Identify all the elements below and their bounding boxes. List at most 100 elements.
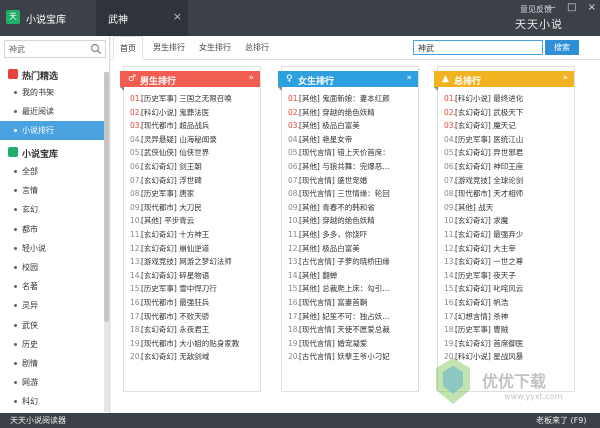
rank-item[interactable]: 13.[古代言情] 子萝的晓桥田缘	[288, 256, 416, 270]
rank-item[interactable]: 03.[其他] 极品白富美	[288, 120, 416, 134]
rank-item[interactable]: 01.[其他] 鬼面新娘：妻本红颜	[288, 93, 416, 107]
tab-home[interactable]: 首页	[113, 36, 143, 60]
rank-item[interactable]: 11.[其他] 多多，你饶吓	[288, 229, 416, 243]
rank-item[interactable]: 14.[玄幻奇幻] 碎星物语	[130, 270, 258, 284]
more-icon[interactable]: »	[248, 73, 254, 83]
rank-item[interactable]: 19.[现代言情] 婚宠凝爱	[288, 338, 416, 352]
maximize-icon[interactable]: □	[567, 2, 576, 13]
rank-title: [游戏竞技] 网游之梦幻法师	[141, 257, 232, 267]
tab-male-ranking[interactable]: 男生排行	[153, 42, 185, 53]
more-icon[interactable]: »	[406, 73, 412, 83]
search-button[interactable]: 搜索	[545, 40, 579, 55]
rank-number: 09.	[444, 202, 456, 212]
rank-item[interactable]: 05.[现代言情] 错上天价首席：	[288, 147, 416, 161]
rank-item[interactable]: 15.[其他] 总裁爬上床：勾引...	[288, 283, 416, 297]
rank-item[interactable]: 15.[玄幻奇幻] 叱咤风云	[444, 283, 572, 297]
rank-item[interactable]: 04.[历史军事] 医统江山	[444, 134, 572, 148]
tab-female-ranking[interactable]: 女生排行	[199, 42, 231, 53]
rank-item[interactable]: 01.[历史军事] 三国之无限召唤	[130, 93, 258, 107]
rank-item[interactable]: 06.[其他] 与狼共舞：完爆恶...	[288, 161, 416, 175]
rank-item[interactable]: 11.[玄幻奇幻] 最强弃少	[444, 229, 572, 243]
rank-number: 20.	[288, 352, 300, 362]
rank-item[interactable]: 10.[玄幻奇幻] 求魔	[444, 215, 572, 229]
boss-key-button[interactable]: 老板来了 (F9)	[536, 415, 586, 426]
rank-item[interactable]: 16.[现代言情] 富妻首鞘	[288, 297, 416, 311]
rank-item[interactable]: 01.[科幻小说] 最终进化	[444, 93, 572, 107]
rank-item[interactable]: 02.[科幻小说] 鬼葬法医	[130, 107, 258, 121]
rank-item[interactable]: 17.[现代都市] 不败天骄	[130, 311, 258, 325]
sidebar-item-genre[interactable]: 都市	[0, 220, 104, 239]
search-icon[interactable]	[90, 42, 102, 56]
rank-item[interactable]: 20.[玄幻奇幻] 无敌剑域	[130, 351, 258, 365]
sidebar-search-value: 神武	[9, 45, 25, 54]
rank-item[interactable]: 02.[其他] 穿越的绝色妖精	[288, 107, 416, 121]
rank-item[interactable]: 09.[其他] 青春不的韩和省	[288, 202, 416, 216]
sidebar-scrollbar[interactable]	[104, 72, 109, 412]
rank-item[interactable]: 10.[其他] 平步青云	[130, 215, 258, 229]
rank-item[interactable]: 13.[玄幻奇幻] 一世之尊	[444, 256, 572, 270]
sidebar-item-genre[interactable]: 轻小说	[0, 239, 104, 258]
rank-item[interactable]: 19.[现代都市] 大小姐的贴身家教	[130, 338, 258, 352]
tab-wushen[interactable]: 武神 ×	[96, 0, 188, 36]
sidebar-item-bookshelf[interactable]: 我的书架	[0, 83, 104, 102]
sidebar-item-genre[interactable]: 剧情	[0, 354, 104, 373]
sidebar-item-genre[interactable]: 灵异	[0, 296, 104, 315]
rank-item[interactable]: 14.[历史军事] 夜天子	[444, 270, 572, 284]
sidebar-item-genre[interactable]: 玄幻	[0, 200, 104, 219]
tab-total-ranking[interactable]: 总排行	[245, 42, 269, 53]
rank-item[interactable]: 12.[其他] 极品白富美	[288, 243, 416, 257]
sidebar-item-genre[interactable]: 全部	[0, 162, 104, 181]
rank-item[interactable]: 10.[其他] 穿越的绝色妖精	[288, 215, 416, 229]
sidebar-item-genre[interactable]: 言情	[0, 181, 104, 200]
rank-item[interactable]: 18.[历史军事] 曹贼	[444, 324, 572, 338]
rank-item[interactable]: 07.[现代言情] 盛世宠婚	[288, 175, 416, 189]
close-icon[interactable]: ×	[588, 2, 596, 13]
rank-item[interactable]: 06.[玄幻奇幻] 剑王朝	[130, 161, 258, 175]
rank-item[interactable]: 02.[玄幻奇幻] 武极天下	[444, 107, 572, 121]
sidebar-item-genre[interactable]: 武侠	[0, 316, 104, 335]
main-search-input[interactable]: 神武	[413, 40, 543, 55]
more-icon[interactable]: »	[562, 73, 568, 83]
rank-item[interactable]: 06.[玄幻奇幻] 神印王座	[444, 161, 572, 175]
rank-item[interactable]: 08.[现代言情] 三世情缘：轮回	[288, 188, 416, 202]
rank-title: [武侠仙侠] 仙侠世界	[141, 148, 210, 158]
rank-item[interactable]: 04.[灵异悬疑] 山海秘闻录	[130, 134, 258, 148]
sidebar-item-genre[interactable]: 科幻	[0, 392, 104, 411]
tab-close-icon[interactable]: ×	[173, 10, 182, 23]
rank-item[interactable]: 17.[其他] 妃笙不可：独占妖...	[288, 311, 416, 325]
rank-item[interactable]: 08.[现代都市] 天才相师	[444, 188, 572, 202]
rank-item[interactable]: 20.[古代言情] 妖孽王爷小刁妃	[288, 351, 416, 365]
sidebar-item-rankings[interactable]: 小说排行	[0, 121, 104, 140]
rank-item[interactable]: 07.[游戏竞技] 全球论剑	[444, 175, 572, 189]
rank-item[interactable]: 19.[玄幻奇幻] 首席御医	[444, 338, 572, 352]
rank-item[interactable]: 11.[玄幻奇幻] 十方神王	[130, 229, 258, 243]
rank-item[interactable]: 09.[现代都市] 大刀民	[130, 202, 258, 216]
rank-item[interactable]: 05.[武侠仙侠] 仙侠世界	[130, 147, 258, 161]
rank-item[interactable]: 13.[游戏竞技] 网游之梦幻法师	[130, 256, 258, 270]
minimize-icon[interactable]: —	[546, 2, 556, 13]
rank-item[interactable]: 18.[玄幻奇幻] 永夜君王	[130, 324, 258, 338]
sidebar-item-genre[interactable]: 网游	[0, 373, 104, 392]
sidebar-search-input[interactable]: 神武	[4, 40, 106, 58]
rank-item[interactable]: 15.[历史军事] 雪中悍刀行	[130, 283, 258, 297]
rank-item[interactable]: 12.[玄幻奇幻] 大主宰	[444, 243, 572, 257]
rank-item[interactable]: 17.[幻想言情] 杀神	[444, 311, 572, 325]
rank-item[interactable]: 16.[玄幻奇幻] 帆浩	[444, 297, 572, 311]
scroll-thumb[interactable]	[104, 72, 109, 322]
sidebar-item-genre[interactable]: 校园	[0, 258, 104, 277]
rank-item[interactable]: 16.[现代都市] 最强狂兵	[130, 297, 258, 311]
rank-item[interactable]: 14.[其他] 翻蝉	[288, 270, 416, 284]
rank-item[interactable]: 12.[玄幻奇幻] 崩仙逆道	[130, 243, 258, 257]
rank-title: [其他] 青春不的韩和省	[299, 202, 375, 212]
rank-item[interactable]: 07.[玄幻奇幻] 浮世碑	[130, 175, 258, 189]
rank-item[interactable]: 03.[玄幻奇幻] 魔天记	[444, 120, 572, 134]
rank-item[interactable]: 04.[其他] 艳星女帝	[288, 134, 416, 148]
rank-item[interactable]: 09.[其他] 战天	[444, 202, 572, 216]
sidebar-item-genre[interactable]: 历史	[0, 335, 104, 354]
rank-item[interactable]: 18.[现代言情] 天使不愿爱总裁	[288, 324, 416, 338]
rank-item[interactable]: 03.[现代都市] 超品战兵	[130, 120, 258, 134]
rank-item[interactable]: 05.[玄幻奇幻] 异世邪君	[444, 147, 572, 161]
rank-item[interactable]: 08.[历史军事] 唐家	[130, 188, 258, 202]
sidebar-item-genre[interactable]: 名著	[0, 277, 104, 296]
sidebar-item-recent[interactable]: 最近阅读	[0, 102, 104, 121]
